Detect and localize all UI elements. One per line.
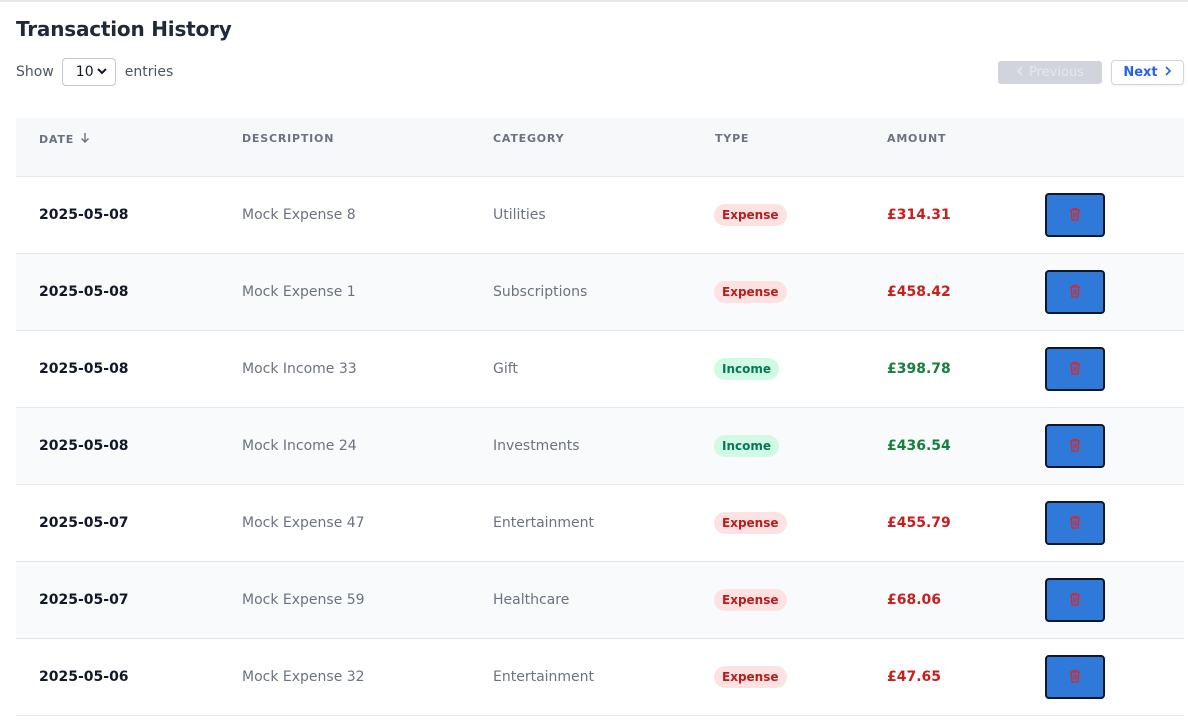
cell-description: Mock Expense 1 [242, 284, 356, 300]
table-row: 2025-05-08 Mock Expense 1 Subscriptions … [16, 254, 1184, 331]
previous-label: Previous [1029, 65, 1084, 80]
cell-description: Mock Income 33 [242, 361, 357, 377]
column-header-category[interactable]: CATEGORY [493, 132, 564, 145]
trash-icon [1069, 437, 1081, 456]
chevron-down-icon [97, 67, 107, 78]
trash-icon [1069, 668, 1081, 687]
show-label: Show [16, 64, 54, 80]
next-label: Next [1123, 65, 1158, 80]
column-date-label: DATE [39, 133, 75, 146]
amount-value: £398.78 [887, 361, 951, 377]
column-amount-label: AMOUNT [887, 132, 947, 145]
entries-control: Show 10 entries [16, 58, 173, 86]
cell-type: Expense [714, 562, 787, 638]
delete-button[interactable] [1045, 501, 1105, 545]
cell-amount: £458.42 [887, 254, 951, 330]
column-description-label: DESCRIPTION [242, 132, 335, 145]
amount-value: £314.31 [887, 207, 951, 223]
entries-select[interactable]: 10 [61, 58, 116, 86]
column-category-label: CATEGORY [493, 132, 565, 145]
entries-select-value: 10 [75, 64, 94, 80]
cell-amount: £436.54 [887, 408, 951, 484]
cell-category: Entertainment [493, 669, 595, 685]
delete-button[interactable] [1045, 193, 1105, 237]
page-title: Transaction History [16, 17, 232, 41]
type-badge: Expense [714, 589, 787, 611]
column-header-date[interactable]: DATE [39, 132, 90, 147]
table-row: 2025-05-08 Mock Expense 8 Utilities Expe… [16, 177, 1184, 254]
type-badge: Income [714, 435, 780, 457]
type-badge: Expense [714, 204, 787, 226]
cell-date: 2025-05-06 [39, 669, 129, 685]
amount-value: £455.79 [887, 515, 951, 531]
chevron-right-icon [1165, 65, 1172, 80]
type-badge: Expense [714, 666, 787, 688]
transactions-table: DATE DESCRIPTION CATEGORY TYPE AMOUNT 20… [16, 118, 1184, 716]
amount-value: £458.42 [887, 284, 951, 300]
cell-category: Healthcare [493, 592, 570, 608]
cell-type: Income [714, 331, 780, 407]
top-border [0, 0, 1188, 2]
column-header-description[interactable]: DESCRIPTION [242, 132, 334, 145]
table-row: 2025-05-08 Mock Income 33 Gift Income £3… [16, 331, 1184, 408]
cell-category: Gift [493, 361, 518, 377]
type-badge: Income [714, 358, 780, 380]
amount-value: £436.54 [887, 438, 951, 454]
table-row: 2025-05-06 Mock Expense 32 Entertainment… [16, 639, 1184, 716]
cell-category: Utilities [493, 207, 546, 223]
table-row: 2025-05-07 Mock Expense 47 Entertainment… [16, 485, 1184, 562]
type-badge: Expense [714, 281, 787, 303]
cell-description: Mock Expense 59 [242, 592, 365, 608]
delete-button[interactable] [1045, 424, 1105, 468]
column-header-type[interactable]: TYPE [715, 132, 749, 145]
cell-amount: £314.31 [887, 177, 951, 253]
entries-label: entries [124, 64, 174, 80]
cell-date: 2025-05-08 [39, 207, 129, 223]
cell-type: Expense [714, 485, 787, 561]
cell-date: 2025-05-08 [39, 438, 129, 454]
cell-date: 2025-05-07 [39, 515, 129, 531]
delete-button[interactable] [1045, 347, 1105, 391]
table-row: 2025-05-08 Mock Income 24 Investments In… [16, 408, 1184, 485]
column-header-amount[interactable]: AMOUNT [887, 132, 946, 145]
cell-amount: £47.65 [887, 639, 941, 715]
cell-amount: £455.79 [887, 485, 951, 561]
chevron-left-icon [1016, 65, 1023, 80]
delete-button[interactable] [1045, 655, 1105, 699]
column-type-label: TYPE [715, 132, 750, 145]
delete-button[interactable] [1045, 578, 1105, 622]
cell-description: Mock Expense 32 [242, 669, 365, 685]
trash-icon [1069, 591, 1081, 610]
cell-type: Expense [714, 639, 787, 715]
amount-value: £47.65 [887, 669, 942, 685]
cell-description: Mock Expense 47 [242, 515, 365, 531]
cell-description: Mock Expense 8 [242, 207, 356, 223]
table-header: DATE DESCRIPTION CATEGORY TYPE AMOUNT [16, 118, 1184, 177]
delete-button[interactable] [1045, 270, 1105, 314]
cell-category: Investments [493, 438, 580, 454]
cell-amount: £68.06 [887, 562, 941, 638]
cell-category: Entertainment [493, 515, 595, 531]
cell-type: Income [714, 408, 780, 484]
cell-date: 2025-05-08 [39, 361, 129, 377]
next-button[interactable]: Next [1111, 60, 1184, 85]
trash-icon [1069, 206, 1081, 225]
trash-icon [1069, 283, 1081, 302]
cell-description: Mock Income 24 [242, 438, 357, 454]
cell-type: Expense [714, 177, 787, 253]
cell-date: 2025-05-07 [39, 592, 129, 608]
trash-icon [1069, 514, 1081, 533]
table-row: 2025-05-07 Mock Expense 59 Healthcare Ex… [16, 562, 1184, 639]
cell-type: Expense [714, 254, 787, 330]
cell-date: 2025-05-08 [39, 284, 129, 300]
amount-value: £68.06 [887, 592, 942, 608]
previous-button[interactable]: Previous [998, 61, 1102, 84]
trash-icon [1069, 360, 1081, 379]
cell-amount: £398.78 [887, 331, 951, 407]
arrow-down-icon [80, 132, 90, 147]
type-badge: Expense [714, 512, 787, 534]
cell-category: Subscriptions [493, 284, 588, 300]
table-body: 2025-05-08 Mock Expense 8 Utilities Expe… [16, 177, 1184, 716]
